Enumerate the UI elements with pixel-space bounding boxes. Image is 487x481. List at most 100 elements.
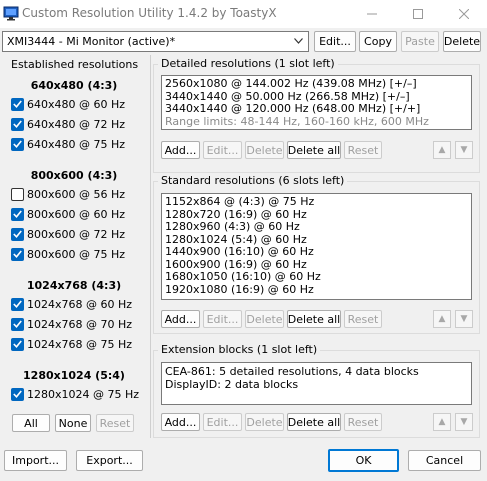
checkbox-checked-icon[interactable] (11, 117, 24, 131)
checkbox-checked-icon[interactable] (11, 247, 24, 261)
list-item[interactable]: 1920x1080 (16:9) @ 60 Hz (165, 283, 471, 297)
delete-monitor-button[interactable]: Delete (443, 31, 481, 52)
established-item-label: 800x600 @ 72 Hz (27, 227, 126, 241)
arrow-up-icon: ▲ (438, 145, 446, 155)
checkmark-icon (13, 210, 22, 218)
detailed-edit-button[interactable]: Edit... (203, 141, 242, 159)
extension-add-button[interactable]: Add... (161, 413, 200, 431)
extension-delete-all-button[interactable]: Delete all (287, 413, 341, 431)
list-item[interactable]: CEA-861: 5 detailed resolutions, 4 data … (165, 365, 471, 379)
chevron-down-icon (291, 34, 305, 48)
checkbox-checked-icon[interactable] (11, 317, 24, 331)
detailed-move-down-button[interactable]: ▼ (455, 141, 473, 159)
established-item-label: 800x600 @ 75 Hz (27, 247, 126, 261)
list-item[interactable]: 1440x900 (16:10) @ 60 Hz (165, 245, 471, 259)
established-checkbox-item[interactable]: 800x600 @ 56 Hz (11, 187, 125, 201)
standard-listbox[interactable]: 1152x864 @ (4:3) @ 75 Hz 1280x720 (16:9)… (161, 193, 472, 300)
standard-title: Standard resolutions (6 slots left) (158, 174, 348, 187)
checkbox-checked-icon[interactable] (11, 97, 24, 111)
standard-move-up-button[interactable]: ▲ (433, 310, 451, 328)
maximize-button[interactable] (395, 0, 441, 28)
list-item[interactable]: DisplayID: 2 data blocks (165, 378, 471, 392)
range-limits-item[interactable]: Range limits: 48-144 Hz, 160-160 kHz, 60… (165, 115, 471, 129)
checkbox-checked-icon[interactable] (11, 227, 24, 241)
established-item-label: 800x600 @ 60 Hz (27, 207, 126, 221)
paste-button[interactable]: Paste (401, 31, 439, 52)
established-checkbox-item[interactable]: 1024x768 @ 75 Hz (11, 337, 132, 351)
checkbox-checked-icon[interactable] (11, 207, 24, 221)
established-group-heading: 800x600 (4:3) (30, 169, 118, 182)
minimize-button[interactable] (349, 0, 395, 28)
established-checkbox-item[interactable]: 800x600 @ 60 Hz (11, 207, 125, 221)
arrow-up-icon: ▲ (438, 314, 446, 324)
established-item-label: 1024x768 @ 60 Hz (27, 297, 133, 311)
standard-delete-button[interactable]: Delete (245, 310, 284, 328)
copy-button[interactable]: Copy (359, 31, 397, 52)
established-checkbox-item[interactable]: 640x480 @ 75 Hz (11, 137, 125, 151)
standard-add-button[interactable]: Add... (161, 310, 200, 328)
checkbox-unchecked-icon[interactable] (11, 187, 24, 201)
arrow-down-icon: ▼ (460, 314, 468, 324)
cancel-button[interactable]: Cancel (408, 450, 481, 471)
detailed-move-up-button[interactable]: ▲ (433, 141, 451, 159)
detailed-add-button[interactable]: Add... (161, 141, 200, 159)
extension-move-up-button[interactable]: ▲ (433, 413, 451, 431)
checkbox-checked-icon[interactable] (11, 137, 24, 151)
established-checkbox-item[interactable]: 640x480 @ 72 Hz (11, 117, 125, 131)
extension-listbox[interactable]: CEA-861: 5 detailed resolutions, 4 data … (161, 362, 472, 405)
established-checkbox-item[interactable]: 1280x1024 @ 75 Hz (11, 387, 139, 401)
import-button[interactable]: Import... (4, 450, 67, 471)
checkmark-icon (13, 300, 22, 308)
select-none-button[interactable]: None (55, 414, 91, 432)
detailed-reset-button[interactable]: Reset (344, 141, 382, 159)
standard-move-down-button[interactable]: ▼ (455, 310, 473, 328)
monitor-select[interactable]: XMI3444 - Mi Monitor (active)* (2, 31, 309, 52)
checkmark-icon (13, 320, 22, 328)
list-item[interactable]: 1680x1050 (16:10) @ 60 Hz (165, 270, 471, 284)
extension-edit-button[interactable]: Edit... (203, 413, 242, 431)
standard-edit-button[interactable]: Edit... (203, 310, 242, 328)
checkmark-icon (13, 120, 22, 128)
list-item[interactable]: 1280x960 (4:3) @ 60 Hz (165, 220, 471, 234)
standard-reset-button[interactable]: Reset (344, 310, 382, 328)
checkbox-checked-icon[interactable] (11, 337, 24, 351)
close-button[interactable] (441, 0, 487, 28)
detailed-listbox[interactable]: 2560x1080 @ 144.002 Hz (439.08 MHz) [+/–… (161, 75, 472, 130)
established-group-heading: 1280x1024 (5:4) (23, 369, 125, 382)
extension-delete-button[interactable]: Delete (245, 413, 284, 431)
checkbox-checked-icon[interactable] (11, 297, 24, 311)
list-item[interactable]: 2560x1080 @ 144.002 Hz (439.08 MHz) [+/–… (165, 77, 471, 91)
window-title: Custom Resolution Utility 1.4.2 by Toast… (22, 6, 277, 20)
list-item[interactable]: 1152x864 @ (4:3) @ 75 Hz (165, 195, 471, 209)
checkmark-icon (13, 100, 22, 108)
arrow-up-icon: ▲ (438, 417, 446, 427)
established-item-label: 1280x1024 @ 75 Hz (27, 387, 140, 401)
standard-delete-all-button[interactable]: Delete all (287, 310, 341, 328)
ok-button[interactable]: OK (328, 449, 399, 472)
list-item[interactable]: 3440x1440 @ 120.000 Hz (648.00 MHz) [+/+… (165, 102, 471, 116)
extension-reset-button[interactable]: Reset (344, 413, 382, 431)
established-checkbox-item[interactable]: 1024x768 @ 70 Hz (11, 317, 132, 331)
established-checkbox-item[interactable]: 1024x768 @ 60 Hz (11, 297, 132, 311)
established-item-label: 1024x768 @ 75 Hz (27, 337, 133, 351)
established-checkbox-item[interactable]: 640x480 @ 60 Hz (11, 97, 125, 111)
established-checkbox-item[interactable]: 800x600 @ 75 Hz (11, 247, 125, 261)
checkmark-icon (13, 140, 22, 148)
reset-established-button[interactable]: Reset (96, 414, 134, 432)
established-group-heading: 640x480 (4:3) (30, 79, 118, 92)
established-checkbox-item[interactable]: 800x600 @ 72 Hz (11, 227, 125, 241)
checkbox-checked-icon[interactable] (11, 387, 24, 401)
export-button[interactable]: Export... (76, 450, 143, 471)
established-item-label: 1024x768 @ 70 Hz (27, 317, 133, 331)
edit-monitor-button[interactable]: Edit... (314, 31, 356, 52)
established-item-label: 800x600 @ 56 Hz (27, 187, 126, 201)
established-item-label: 640x480 @ 72 Hz (27, 117, 126, 131)
select-all-button[interactable]: All (12, 414, 50, 432)
extension-move-down-button[interactable]: ▼ (455, 413, 473, 431)
checkmark-icon (13, 390, 22, 398)
checkmark-icon (13, 250, 22, 258)
arrow-down-icon: ▼ (460, 145, 468, 155)
arrow-down-icon: ▼ (460, 417, 468, 427)
detailed-delete-all-button[interactable]: Delete all (287, 141, 341, 159)
detailed-delete-button[interactable]: Delete (245, 141, 284, 159)
